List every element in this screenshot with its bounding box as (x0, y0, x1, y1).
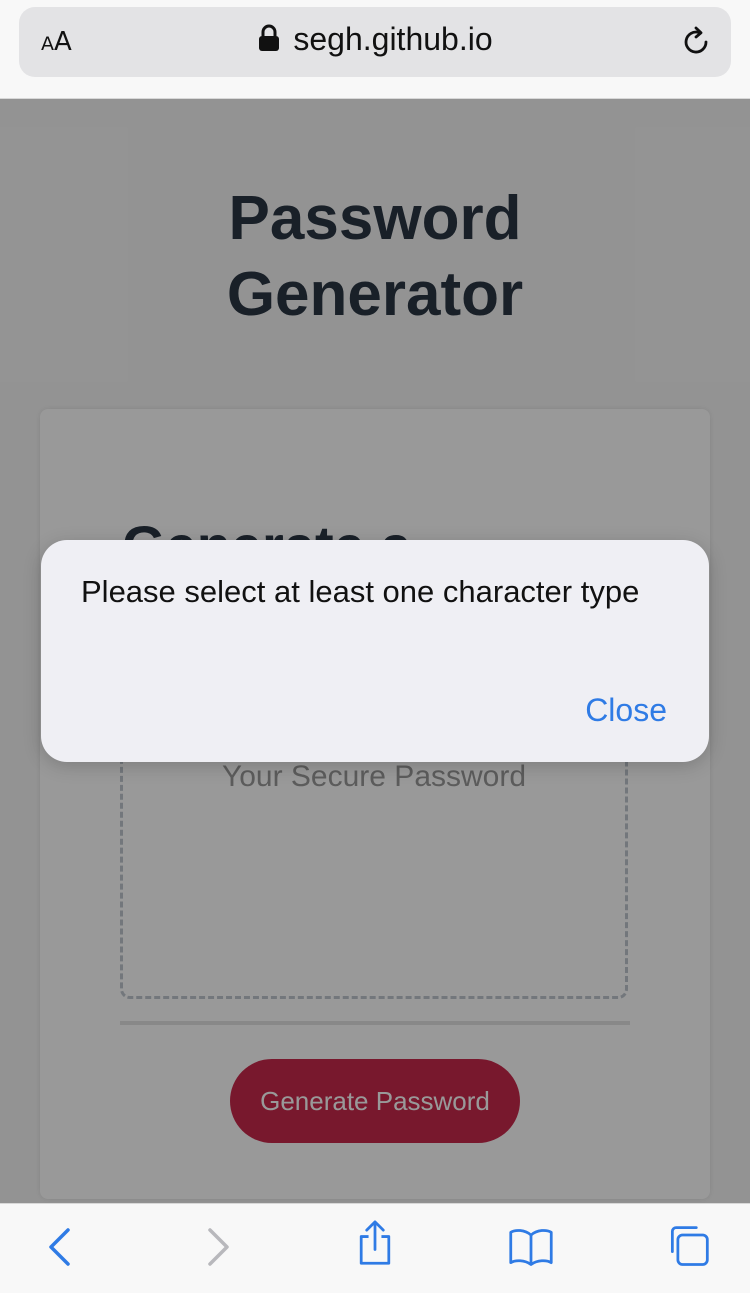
bookmarks-icon[interactable] (508, 1224, 554, 1270)
lock-icon (259, 24, 280, 51)
reload-icon[interactable] (679, 25, 713, 59)
alert-dialog: Please select at least one character typ… (41, 540, 709, 762)
tabs-icon[interactable] (665, 1224, 711, 1270)
url-display[interactable]: segh.github.io (19, 21, 731, 58)
back-icon[interactable] (38, 1224, 84, 1270)
forward-icon[interactable] (194, 1224, 240, 1270)
url-text: segh.github.io (293, 21, 493, 57)
address-bar[interactable]: AA segh.github.io (19, 7, 731, 77)
alert-message: Please select at least one character typ… (81, 574, 640, 609)
browser-top-bar: AA segh.github.io (0, 0, 750, 99)
alert-close-button[interactable]: Close (585, 692, 667, 729)
browser-bottom-toolbar (0, 1203, 750, 1293)
share-icon[interactable] (352, 1220, 398, 1266)
